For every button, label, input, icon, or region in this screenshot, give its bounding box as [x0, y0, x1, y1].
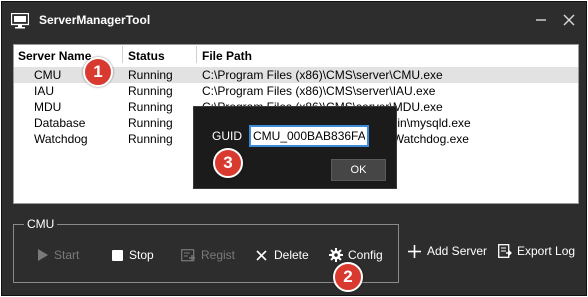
row-file-path: C:\Program Files (x86)\CMS\server\IAU.ex… — [202, 84, 436, 98]
export-log-button[interactable]: Export Log — [498, 241, 575, 261]
row-status: Running — [128, 116, 173, 130]
column-header-file-path[interactable]: File Path — [202, 49, 252, 63]
server-app-icon — [11, 13, 29, 29]
row-status: Running — [128, 68, 173, 82]
row-status: Running — [128, 100, 173, 114]
delete-label: Delete — [274, 248, 309, 262]
row-server-name: Database — [34, 116, 86, 130]
row-server-name: CMU — [34, 68, 62, 82]
delete-button[interactable]: Delete — [256, 245, 309, 265]
row-status: Running — [128, 84, 173, 98]
plus-icon — [408, 244, 421, 258]
step-badge-1: 1 — [83, 57, 113, 87]
start-button[interactable]: Start — [38, 245, 79, 265]
column-header-status[interactable]: Status — [128, 49, 165, 63]
add-server-label: Add Server — [427, 244, 488, 258]
column-separator — [196, 46, 197, 63]
step-badge-2: 2 — [333, 262, 363, 292]
play-icon — [38, 249, 48, 261]
row-server-name: IAU — [34, 84, 55, 98]
close-icon — [563, 14, 575, 26]
step-badge-3: 3 — [213, 148, 243, 178]
regist-button[interactable]: Regist — [181, 245, 235, 265]
column-separator — [122, 46, 123, 63]
minimize-button[interactable] — [530, 10, 552, 30]
x-icon — [256, 249, 267, 261]
export-log-label: Export Log — [517, 244, 576, 258]
register-icon — [181, 248, 195, 261]
config-label: Config — [348, 248, 383, 262]
stop-label: Stop — [129, 248, 154, 262]
title-bar: ServerManagerTool — [2, 2, 588, 38]
ok-button[interactable]: OK — [331, 159, 386, 181]
config-button[interactable]: Config — [329, 245, 383, 265]
group-label: CMU — [24, 217, 58, 231]
column-header-server-name[interactable]: Server Name — [18, 49, 91, 63]
gear-icon — [329, 248, 343, 262]
guid-label: GUID — [212, 129, 242, 143]
regist-label: Regist — [201, 248, 236, 262]
start-label: Start — [54, 248, 80, 262]
window-title: ServerManagerTool — [39, 13, 151, 27]
stop-icon — [112, 249, 123, 261]
row-file-path: C:\Program Files (x86)\CMS\server\CMU.ex… — [202, 68, 443, 82]
guid-input[interactable] — [249, 125, 369, 147]
close-button[interactable] — [558, 10, 580, 30]
export-icon — [498, 244, 512, 258]
app-window: ServerManagerTool Server Name Status Fil… — [1, 1, 587, 296]
stop-button[interactable]: Stop — [112, 245, 154, 265]
row-status: Running — [128, 132, 173, 146]
add-server-button[interactable]: Add Server — [408, 241, 487, 261]
row-server-name: Watchdog — [34, 132, 88, 146]
row-server-name: MDU — [34, 100, 62, 114]
minimize-icon — [536, 19, 546, 21]
